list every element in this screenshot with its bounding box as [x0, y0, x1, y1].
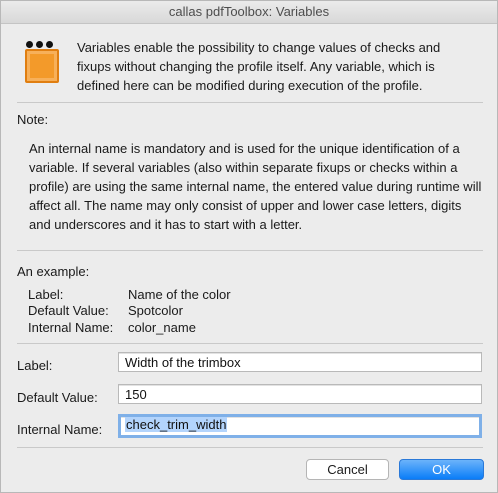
- example-label: An example:: [17, 264, 90, 279]
- window-title: callas pdfToolbox: Variables: [1, 1, 497, 24]
- default-value-field-label: Default Value:: [17, 390, 98, 405]
- divider: [17, 343, 483, 344]
- dot-1: [26, 41, 33, 48]
- default-value-input[interactable]: 150: [118, 384, 482, 404]
- divider: [17, 447, 483, 448]
- label-input[interactable]: Width of the trimbox: [118, 352, 482, 372]
- example-key: Label:: [28, 287, 64, 302]
- internal-name-field-label: Internal Name:: [17, 422, 103, 437]
- divider: [17, 250, 483, 251]
- note-label: Note:: [17, 112, 49, 127]
- note-text: An internal name is mandatory and is use…: [29, 141, 482, 232]
- internal-name-selected-text: check_trim_width: [125, 417, 228, 432]
- dot-2: [36, 41, 43, 48]
- example-value: Spotcolor: [128, 303, 183, 318]
- divider: [17, 102, 483, 103]
- label-field-label: Label:: [17, 358, 53, 373]
- ok-button[interactable]: OK: [399, 459, 484, 480]
- pdftoolbox-variables-icon: [23, 41, 63, 85]
- cancel-button[interactable]: Cancel: [306, 459, 389, 480]
- example-key: Default Value:: [28, 303, 109, 318]
- orange-square: [25, 49, 59, 83]
- example-value: Name of the color: [128, 287, 231, 302]
- intro-text: Variables enable the possibility to chan…: [77, 40, 441, 93]
- example-key: Internal Name:: [28, 320, 114, 335]
- variables-dialog: callas pdfToolbox: Variables Variables e…: [0, 0, 498, 493]
- dot-3: [46, 41, 53, 48]
- example-value: color_name: [128, 320, 196, 335]
- internal-name-input[interactable]: check_trim_width: [118, 414, 482, 438]
